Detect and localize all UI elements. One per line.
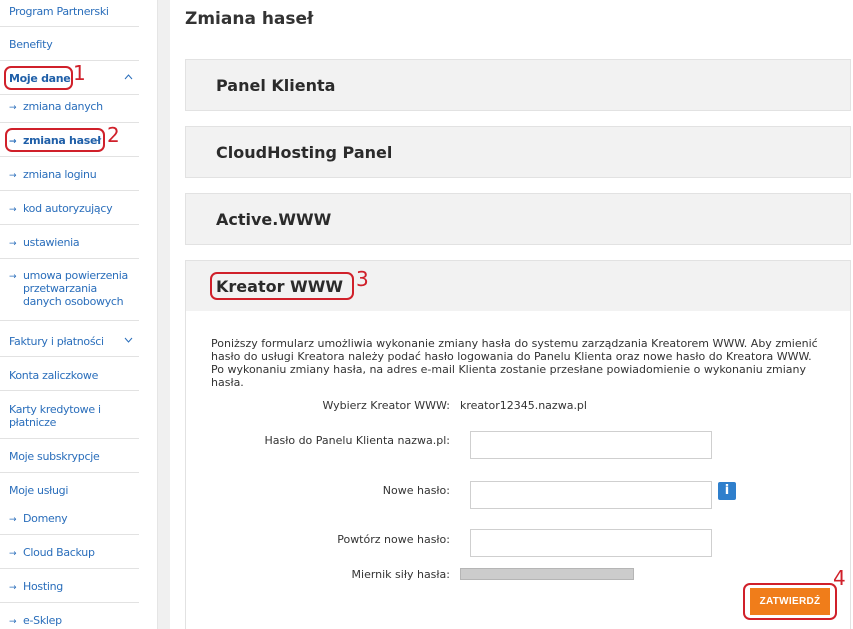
page-title: Zmiana haseł [185, 9, 314, 29]
repeat-password-label: Powtórz nowe hasło: [337, 533, 450, 546]
sidebar-subitem-cloud-backup[interactable]: → Cloud Backup [9, 546, 139, 561]
divider [0, 602, 139, 603]
arrow-right-icon: → [9, 239, 17, 249]
password-strength-meter [460, 568, 634, 580]
arrow-right-icon: → [9, 205, 17, 215]
panel-title: Active.WWW [216, 210, 332, 229]
divider [0, 258, 139, 259]
sidebar-subitem-kod-autoryzujacy[interactable]: → kod autoryzujący [9, 202, 139, 217]
chevron-down-icon[interactable] [124, 335, 133, 348]
divider [0, 60, 139, 61]
form-description: Poniższy formularz umożliwia wykonanie z… [211, 337, 818, 389]
strength-meter-label: Miernik siły hasła: [351, 568, 450, 581]
arrow-right-icon: → [9, 583, 17, 593]
sidebar-subitem-umowa-powierzenia[interactable]: → umowa powierzenia przetwarzania danych … [9, 269, 144, 308]
divider [0, 568, 139, 569]
sidebar-subitem-zmiana-loginu[interactable]: → zmiana loginu [9, 168, 139, 183]
sidebar-item-karty-kredytowe[interactable]: Karty kredytowe i płatnicze [9, 403, 119, 429]
panel-cloudhosting[interactable]: CloudHosting Panel [185, 126, 851, 178]
annotation-highlight [4, 66, 73, 90]
arrow-right-icon: → [9, 171, 17, 181]
divider [0, 190, 139, 191]
arrow-right-icon: → [9, 617, 17, 627]
panel-title: Panel Klienta [216, 76, 336, 95]
annotation-highlight [210, 272, 354, 300]
new-password-input[interactable] [470, 481, 712, 509]
divider [0, 438, 139, 439]
annotation-highlight [743, 583, 837, 620]
arrow-right-icon: → [9, 549, 17, 559]
sidebar-subitem-e-sklep[interactable]: → e-Sklep [9, 614, 139, 629]
sidebar-gutter [158, 0, 170, 629]
arrow-right-icon: → [9, 515, 17, 525]
new-password-label: Nowe hasło: [382, 484, 450, 497]
sidebar-item-moje-uslugi[interactable]: Moje usługi [9, 484, 139, 497]
sidebar-subitem-domeny[interactable]: → Domeny [9, 512, 139, 527]
current-password-label: Hasło do Panelu Klienta nazwa.pl: [264, 434, 450, 447]
sidebar-item-benefity[interactable]: Benefity [9, 38, 139, 51]
panel-panel-klienta[interactable]: Panel Klienta [185, 59, 851, 111]
repeat-password-input[interactable] [470, 529, 712, 557]
divider [0, 534, 139, 535]
select-kreator-value: kreator12345.nazwa.pl [460, 399, 587, 412]
info-icon[interactable]: i [718, 482, 736, 500]
sidebar-subitem-zmiana-danych[interactable]: → zmiana danych [9, 100, 139, 115]
arrow-right-icon: → [9, 272, 17, 282]
annotation-number: 3 [356, 267, 369, 291]
current-password-input[interactable] [470, 431, 712, 459]
panel-title: CloudHosting Panel [216, 143, 393, 162]
annotation-highlight [5, 128, 105, 152]
select-kreator-label: Wybierz Kreator WWW: [322, 399, 450, 412]
panel-active-www[interactable]: Active.WWW [185, 193, 851, 245]
sidebar-item-program-partnerski[interactable]: Program Partnerski [9, 5, 139, 18]
sidebar-item-moje-subskrypcje[interactable]: Moje subskrypcje [9, 450, 139, 463]
divider [0, 320, 139, 321]
arrow-right-icon: → [9, 103, 17, 113]
sidebar-subitem-hosting[interactable]: → Hosting [9, 580, 139, 595]
divider [0, 390, 139, 391]
annotation-number: 2 [107, 123, 120, 147]
sidebar-item-faktury[interactable]: Faktury i płatności [9, 335, 139, 348]
sidebar: Program Partnerski Benefity Moje dane → z… [0, 0, 158, 629]
divider [0, 356, 139, 357]
annotation-number: 1 [73, 61, 86, 85]
divider [0, 26, 139, 27]
sidebar-subitem-ustawienia[interactable]: → ustawienia [9, 236, 139, 251]
sidebar-item-label: Faktury i płatności [9, 335, 104, 348]
sidebar-item-konta-zaliczkowe[interactable]: Konta zaliczkowe [9, 369, 139, 382]
divider [0, 156, 139, 157]
divider [0, 224, 139, 225]
chevron-up-icon[interactable] [124, 72, 133, 85]
divider [0, 472, 139, 473]
divider [0, 94, 139, 95]
annotation-number: 4 [833, 566, 846, 590]
